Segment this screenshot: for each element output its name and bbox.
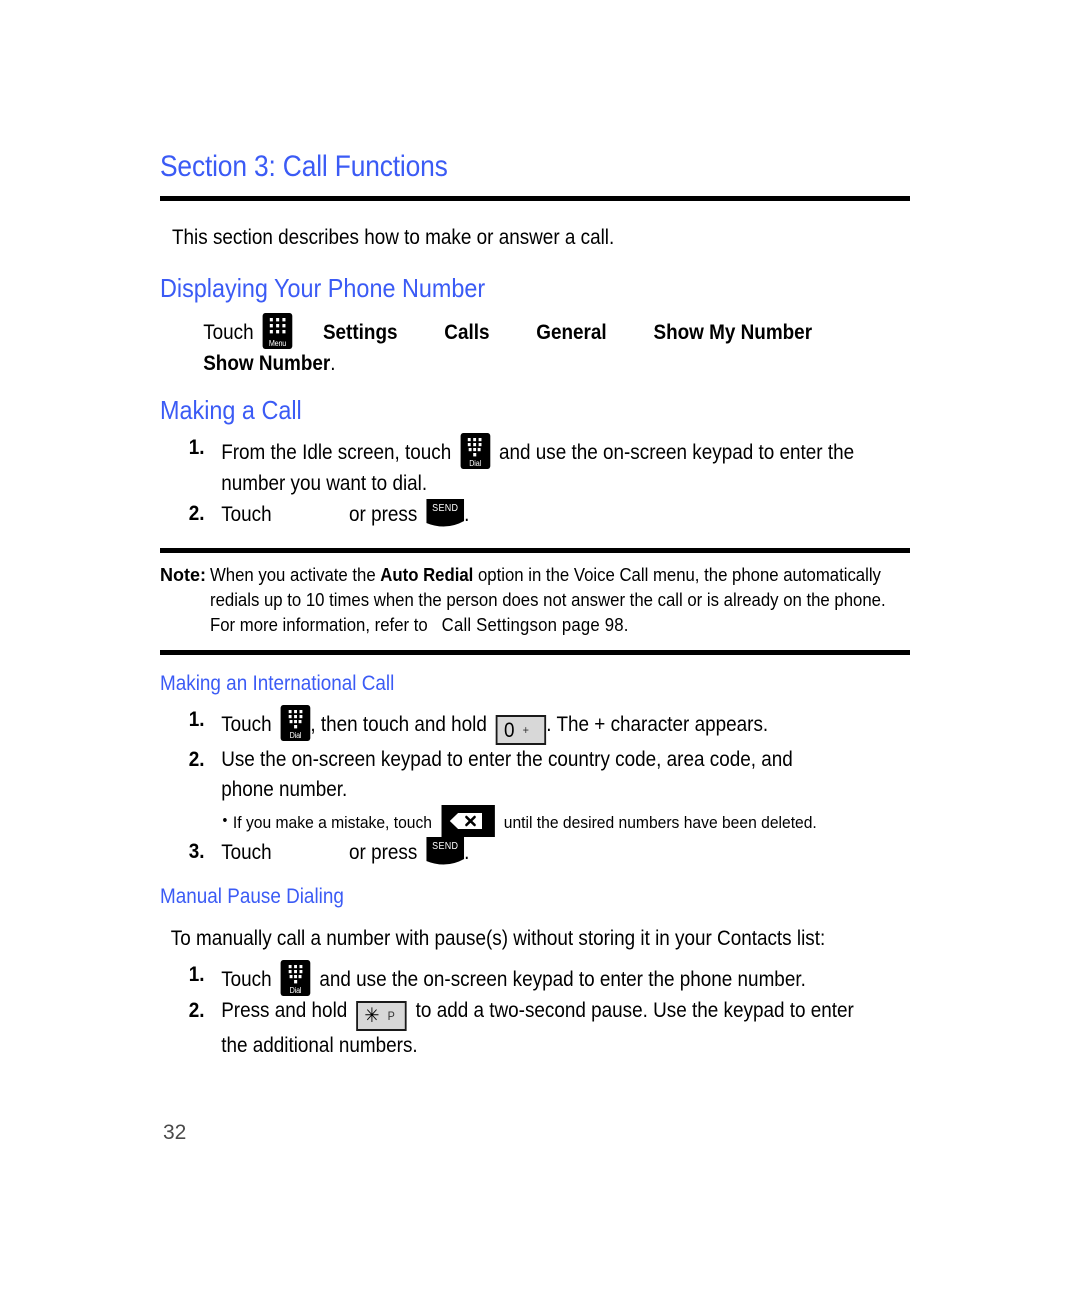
manual-pause-step-2: 2. Press and hold ✳ P to add a two-second… <box>160 996 854 1031</box>
dial-icon[interactable]: Dial <box>460 433 490 469</box>
dial-icon-label: Dial <box>289 986 302 995</box>
note-inner: Note: When you activate the Auto Redial … <box>160 563 910 638</box>
note-line-3-b: on page 98. <box>538 615 629 635</box>
star-pause-key[interactable]: ✳ P <box>356 1001 407 1031</box>
step-text-before: Touch <box>221 503 272 526</box>
step-number: 1. <box>188 708 205 731</box>
note-label: Note: <box>160 565 206 585</box>
step-text-before: Use the on-screen keypad to enter the co… <box>221 748 793 771</box>
page-title: Section 3: Call Functions <box>160 150 448 183</box>
dial-keypad-dots-icon <box>288 710 302 729</box>
menu-dot-grid-icon <box>269 318 286 334</box>
dial-icon[interactable]: Dial <box>280 705 311 741</box>
heading-making-an-international-call: Making an International Call <box>160 672 395 695</box>
note-xref-call-settings[interactable]: Call Settings <box>442 615 538 635</box>
step-number: 2. <box>188 502 205 525</box>
note-line-3-a: For more information, refer to <box>210 615 428 635</box>
menu-path-calls: Calls <box>444 321 490 344</box>
arrow-glyph-placeholder <box>417 324 444 342</box>
manual-pause-step-1: 1. Touch Dial and use the on-screen keyp… <box>160 960 835 996</box>
making-call-step-1: 1. From the Idle screen, touch Dial and … <box>160 433 854 469</box>
call-icon-placeholder <box>272 842 349 864</box>
note-line-1-a: When you activate the <box>210 565 376 585</box>
bullet-text-after: until the desired numbers have been dele… <box>503 813 817 832</box>
heading-manual-pause-dialing: Manual Pause Dialing <box>160 885 344 908</box>
manual-page: Section 3: Call Functions This section d… <box>0 0 1080 1307</box>
step-text-before: Touch <box>221 713 272 736</box>
step-text-mid: , then touch and hold <box>310 713 487 736</box>
note-line-1: When you activate the Auto Redial option… <box>210 563 881 588</box>
step-text-before: From the Idle screen, touch <box>221 441 452 464</box>
displaying-menu-path-line: Touch Menu Settings Calls General Show M… <box>160 313 835 349</box>
manual-pause-step-2-continuation: the additional numbers. <box>221 1034 418 1057</box>
step-number: 2. <box>188 748 205 771</box>
step-text-after: . <box>464 841 470 864</box>
heading-displaying-your-phone-number: Displaying Your Phone Number <box>160 273 486 303</box>
send-key-icon[interactable]: SEND <box>426 837 464 867</box>
backspace-glyph-icon <box>449 813 482 829</box>
step-text-after: and use the on-screen keypad to enter th… <box>319 968 806 991</box>
step-number: 3. <box>188 840 205 863</box>
touch-label: Touch <box>203 321 254 344</box>
international-step-1: 1. Touch Dial , then touch and hold 0 + … <box>160 705 835 745</box>
heading-making-a-call: Making a Call <box>160 395 302 425</box>
menu-icon[interactable]: Menu <box>262 313 293 349</box>
step-text-after: . <box>464 503 470 526</box>
menu-icon-label: Menu <box>268 339 287 348</box>
intro-text: This section describes how to make or an… <box>172 226 615 249</box>
arrow-glyph-placeholder <box>509 324 536 342</box>
menu-path-show-number: Show Number <box>203 352 331 375</box>
step-number: 1. <box>188 963 205 986</box>
note-line-2: redials up to 10 times when the person d… <box>210 590 886 610</box>
zero-plus-key[interactable]: 0 + <box>495 715 547 745</box>
step-number: 1. <box>188 436 205 459</box>
backspace-icon[interactable] <box>441 805 495 837</box>
step-number: 2. <box>188 999 205 1022</box>
call-icon-placeholder <box>272 504 349 526</box>
bullet-dot-icon: • <box>222 812 228 829</box>
step-text-after: to add a two-second pause. Use the keypa… <box>415 999 854 1022</box>
send-key-icon[interactable]: SEND <box>426 499 464 529</box>
step-text-before: Touch <box>221 841 272 864</box>
note-line-3: For more information, refer to Call Sett… <box>210 613 861 638</box>
dial-icon[interactable]: Dial <box>280 960 311 996</box>
zero-plus-key-sup: + <box>522 723 529 737</box>
title-divider <box>160 196 910 201</box>
manual-pause-intro: To manually call a number with pause(s) … <box>170 927 826 950</box>
star-pause-key-main: ✳ <box>364 1005 380 1027</box>
dial-keypad-dots-icon <box>288 965 302 984</box>
page-content: Section 3: Call Functions This section d… <box>160 150 910 1061</box>
dial-icon-label: Dial <box>289 731 302 740</box>
step-text-mid: or press <box>349 841 418 864</box>
step-text-mid: or press <box>349 503 418 526</box>
page-number: 32 <box>163 1121 187 1144</box>
send-key-label: SEND <box>432 841 459 852</box>
international-step-2-continuation: phone number. <box>221 778 348 801</box>
zero-plus-key-main: 0 <box>503 719 515 742</box>
step-text-after: and use the on-screen keypad to enter th… <box>498 441 855 464</box>
menu-path-general: General <box>536 321 607 344</box>
dial-icon-label: Dial <box>469 459 481 468</box>
step-text-before: Press and hold <box>221 999 348 1022</box>
making-call-step-2: 2. Touch or press SEND . <box>160 499 835 530</box>
note-auto-redial: Auto Redial <box>380 565 474 585</box>
displaying-menu-path-line-2: Show Number. <box>160 349 835 379</box>
menu-path-period: . <box>330 352 336 375</box>
menu-path-settings: Settings <box>322 321 398 344</box>
international-bullet: • If you make a mistake, touch until the … <box>160 805 850 837</box>
international-step-2: 2. Use the on-screen keypad to enter the… <box>160 745 835 775</box>
making-call-step-1-continuation: number you want to dial. <box>221 472 428 495</box>
dial-keypad-dots-icon <box>467 438 482 457</box>
step-text-before: Touch <box>221 968 272 991</box>
bullet-text-before: If you make a mistake, touch <box>232 813 433 832</box>
star-pause-key-sup: P <box>387 1009 395 1023</box>
arrow-glyph-placeholder <box>626 324 653 342</box>
menu-path-show-my-number: Show My Number <box>653 321 813 344</box>
international-step-3: 3. Touch or press SEND . <box>160 837 835 868</box>
send-key-label: SEND <box>432 503 459 514</box>
note-box: Note: When you activate the Auto Redial … <box>160 548 910 655</box>
note-line-1-b: option in the Voice Call menu, the phone… <box>477 565 881 585</box>
step-text-after: . The + character appears. <box>546 713 769 736</box>
